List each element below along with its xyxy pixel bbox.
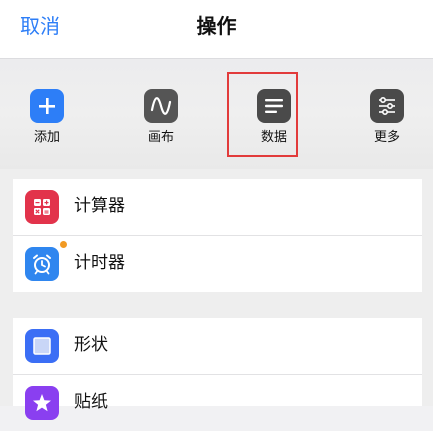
list-item-shape[interactable]: 形状 <box>13 318 422 374</box>
canvas-tool-label: 画布 <box>147 130 174 145</box>
plus-icon <box>30 89 64 123</box>
more-tool-label: 更多 <box>373 130 400 145</box>
list-group-2: 形状 贴纸 <box>13 318 422 420</box>
more-tool-button[interactable]: 更多 <box>352 89 422 146</box>
page-title: 操作 <box>196 14 237 38</box>
action-list: 计算器 计时器 形状 贴纸 <box>0 169 433 420</box>
list-item-calculator[interactable]: 计算器 <box>13 179 422 235</box>
action-toolbar: 添加 画布 数据 更多 <box>0 59 433 169</box>
add-tool-label: 添加 <box>33 130 60 145</box>
sliders-icon <box>370 89 404 123</box>
header-bar: 取消 操作 <box>0 0 433 59</box>
star-icon <box>25 386 59 420</box>
list-item-timer[interactable]: 计时器 <box>13 236 422 292</box>
list-item-label: 计时器 <box>74 253 125 273</box>
wave-icon <box>144 89 178 123</box>
alarm-clock-icon <box>25 247 59 281</box>
list-item-label: 计算器 <box>74 196 125 216</box>
square-icon <box>25 329 59 363</box>
list-group-1: 计算器 计时器 <box>13 179 422 292</box>
canvas-tool-button[interactable]: 画布 <box>126 89 196 146</box>
highlight-box <box>227 72 298 157</box>
calculator-icon <box>25 190 59 224</box>
notification-dot <box>60 241 67 248</box>
list-item-sticker[interactable]: 贴纸 <box>13 375 422 431</box>
list-item-label: 形状 <box>74 335 108 355</box>
add-tool-button[interactable]: 添加 <box>12 89 82 146</box>
list-item-label: 贴纸 <box>74 392 108 412</box>
